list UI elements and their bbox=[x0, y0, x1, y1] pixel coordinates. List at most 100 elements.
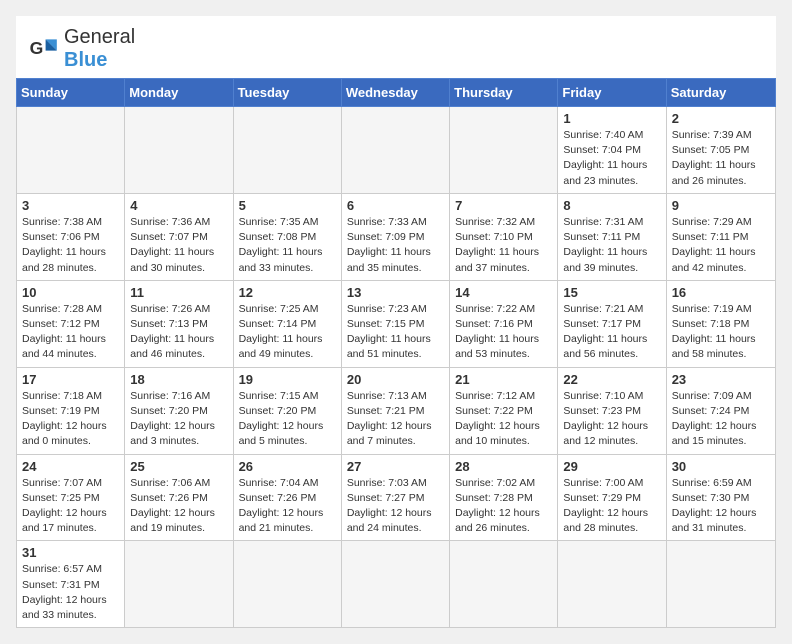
day-info: Sunrise: 7:31 AM Sunset: 7:11 PM Dayligh… bbox=[563, 215, 660, 276]
calendar-cell: 25Sunrise: 7:06 AM Sunset: 7:26 PM Dayli… bbox=[125, 454, 233, 541]
day-number: 2 bbox=[672, 111, 770, 126]
calendar-cell bbox=[558, 541, 666, 628]
day-info: Sunrise: 7:15 AM Sunset: 7:20 PM Dayligh… bbox=[239, 389, 336, 450]
day-info: Sunrise: 7:33 AM Sunset: 7:09 PM Dayligh… bbox=[347, 215, 444, 276]
calendar-cell: 27 Sunrise: 7:03 AM Sunset: 7:27 PM Dayli… bbox=[341, 454, 449, 541]
calendar-cell: 21Sunrise: 7:12 AM Sunset: 7:22 PM Dayli… bbox=[450, 367, 558, 454]
calendar-page: G General Blue Sunday Monday Tuesday Wed… bbox=[16, 16, 776, 628]
day-info: Sunrise: 7:18 AM Sunset: 7:19 PM Dayligh… bbox=[22, 389, 119, 450]
day-number: 14 bbox=[455, 285, 552, 300]
day-number: 12 bbox=[239, 285, 336, 300]
header-wednesday: Wednesday bbox=[341, 79, 449, 107]
day-info: Sunrise: 7:29 AM Sunset: 7:11 PM Dayligh… bbox=[672, 215, 770, 276]
calendar-week-row: 3 Sunrise: 7:38 AM Sunset: 7:06 PM Daylig… bbox=[17, 193, 776, 280]
day-number: 15 bbox=[563, 285, 660, 300]
calendar-cell: 24Sunrise: 7:07 AM Sunset: 7:25 PM Dayli… bbox=[17, 454, 125, 541]
calendar-cell bbox=[450, 541, 558, 628]
calendar-cell bbox=[666, 541, 775, 628]
calendar-cell: 5Sunrise: 7:35 AM Sunset: 7:08 PM Daylig… bbox=[233, 193, 341, 280]
svg-text:G: G bbox=[30, 38, 44, 58]
day-number: 19 bbox=[239, 372, 336, 387]
day-number: 6 bbox=[347, 198, 444, 213]
day-number: 28 bbox=[455, 459, 552, 474]
calendar-cell: 17 Sunrise: 7:18 AM Sunset: 7:19 PM Dayli… bbox=[17, 367, 125, 454]
day-info: Sunrise: 6:59 AM Sunset: 7:30 PM Dayligh… bbox=[672, 476, 770, 537]
calendar-cell bbox=[341, 541, 449, 628]
logo: G General Blue bbox=[28, 26, 135, 72]
day-info: Sunrise: 7:39 AM Sunset: 7:05 PM Dayligh… bbox=[672, 128, 770, 189]
calendar-cell: 7 Sunrise: 7:32 AM Sunset: 7:10 PM Daylig… bbox=[450, 193, 558, 280]
day-info: Sunrise: 7:23 AM Sunset: 7:15 PM Dayligh… bbox=[347, 302, 444, 363]
calendar-cell: 9 Sunrise: 7:29 AM Sunset: 7:11 PM Daylig… bbox=[666, 193, 775, 280]
day-number: 10 bbox=[22, 285, 119, 300]
day-number: 23 bbox=[672, 372, 770, 387]
day-info: Sunrise: 7:38 AM Sunset: 7:06 PM Dayligh… bbox=[22, 215, 119, 276]
header-saturday: Saturday bbox=[666, 79, 775, 107]
calendar-cell: 10 Sunrise: 7:28 AM Sunset: 7:12 PM Dayli… bbox=[17, 280, 125, 367]
day-info: Sunrise: 6:57 AM Sunset: 7:31 PM Dayligh… bbox=[22, 562, 119, 623]
day-number: 20 bbox=[347, 372, 444, 387]
day-info: Sunrise: 7:02 AM Sunset: 7:28 PM Dayligh… bbox=[455, 476, 552, 537]
calendar-table: Sunday Monday Tuesday Wednesday Thursday… bbox=[16, 78, 776, 628]
day-number: 3 bbox=[22, 198, 119, 213]
day-info: Sunrise: 7:32 AM Sunset: 7:10 PM Dayligh… bbox=[455, 215, 552, 276]
day-info: Sunrise: 7:00 AM Sunset: 7:29 PM Dayligh… bbox=[563, 476, 660, 537]
calendar-week-row: 1Sunrise: 7:40 AM Sunset: 7:04 PM Daylig… bbox=[17, 107, 776, 194]
calendar-cell: 14Sunrise: 7:22 AM Sunset: 7:16 PM Dayli… bbox=[450, 280, 558, 367]
day-info: Sunrise: 7:13 AM Sunset: 7:21 PM Dayligh… bbox=[347, 389, 444, 450]
calendar-week-row: 31 Sunrise: 6:57 AM Sunset: 7:31 PM Dayli… bbox=[17, 541, 776, 628]
day-info: Sunrise: 7:26 AM Sunset: 7:13 PM Dayligh… bbox=[130, 302, 227, 363]
calendar-cell: 11 Sunrise: 7:26 AM Sunset: 7:13 PM Dayli… bbox=[125, 280, 233, 367]
calendar-cell: 12 Sunrise: 7:25 AM Sunset: 7:14 PM Dayli… bbox=[233, 280, 341, 367]
calendar-cell: 26 Sunrise: 7:04 AM Sunset: 7:26 PM Dayli… bbox=[233, 454, 341, 541]
day-info: Sunrise: 7:25 AM Sunset: 7:14 PM Dayligh… bbox=[239, 302, 336, 363]
calendar-cell bbox=[125, 107, 233, 194]
calendar-cell: 22Sunrise: 7:10 AM Sunset: 7:23 PM Dayli… bbox=[558, 367, 666, 454]
day-number: 31 bbox=[22, 545, 119, 560]
calendar-week-row: 24Sunrise: 7:07 AM Sunset: 7:25 PM Dayli… bbox=[17, 454, 776, 541]
day-number: 9 bbox=[672, 198, 770, 213]
day-number: 29 bbox=[563, 459, 660, 474]
day-number: 27 bbox=[347, 459, 444, 474]
day-info: Sunrise: 7:36 AM Sunset: 7:07 PM Dayligh… bbox=[130, 215, 227, 276]
day-number: 21 bbox=[455, 372, 552, 387]
day-number: 16 bbox=[672, 285, 770, 300]
calendar-cell: 1Sunrise: 7:40 AM Sunset: 7:04 PM Daylig… bbox=[558, 107, 666, 194]
day-number: 8 bbox=[563, 198, 660, 213]
calendar-cell: 19 Sunrise: 7:15 AM Sunset: 7:20 PM Dayli… bbox=[233, 367, 341, 454]
calendar-cell bbox=[233, 541, 341, 628]
day-number: 17 bbox=[22, 372, 119, 387]
calendar-cell bbox=[125, 541, 233, 628]
calendar-cell bbox=[341, 107, 449, 194]
calendar-week-row: 17 Sunrise: 7:18 AM Sunset: 7:19 PM Dayli… bbox=[17, 367, 776, 454]
calendar-cell: 6 Sunrise: 7:33 AM Sunset: 7:09 PM Daylig… bbox=[341, 193, 449, 280]
day-info: Sunrise: 7:19 AM Sunset: 7:18 PM Dayligh… bbox=[672, 302, 770, 363]
day-number: 7 bbox=[455, 198, 552, 213]
day-info: Sunrise: 7:21 AM Sunset: 7:17 PM Dayligh… bbox=[563, 302, 660, 363]
day-number: 11 bbox=[130, 285, 227, 300]
calendar-week-row: 10 Sunrise: 7:28 AM Sunset: 7:12 PM Dayli… bbox=[17, 280, 776, 367]
day-number: 1 bbox=[563, 111, 660, 126]
calendar-cell: 3 Sunrise: 7:38 AM Sunset: 7:06 PM Daylig… bbox=[17, 193, 125, 280]
calendar-cell: 15 Sunrise: 7:21 AM Sunset: 7:17 PM Dayli… bbox=[558, 280, 666, 367]
calendar-cell bbox=[17, 107, 125, 194]
header-friday: Friday bbox=[558, 79, 666, 107]
calendar-cell: 20 Sunrise: 7:13 AM Sunset: 7:21 PM Dayli… bbox=[341, 367, 449, 454]
calendar-cell: 16 Sunrise: 7:19 AM Sunset: 7:18 PM Dayli… bbox=[666, 280, 775, 367]
day-info: Sunrise: 7:03 AM Sunset: 7:27 PM Dayligh… bbox=[347, 476, 444, 537]
calendar-cell: 29 Sunrise: 7:00 AM Sunset: 7:29 PM Dayli… bbox=[558, 454, 666, 541]
day-info: Sunrise: 7:09 AM Sunset: 7:24 PM Dayligh… bbox=[672, 389, 770, 450]
calendar-cell bbox=[450, 107, 558, 194]
logo-text: General Blue bbox=[64, 26, 135, 72]
day-info: Sunrise: 7:28 AM Sunset: 7:12 PM Dayligh… bbox=[22, 302, 119, 363]
day-number: 26 bbox=[239, 459, 336, 474]
calendar-cell: 8 Sunrise: 7:31 AM Sunset: 7:11 PM Daylig… bbox=[558, 193, 666, 280]
day-number: 5 bbox=[239, 198, 336, 213]
calendar-cell: 4Sunrise: 7:36 AM Sunset: 7:07 PM Daylig… bbox=[125, 193, 233, 280]
header-monday: Monday bbox=[125, 79, 233, 107]
day-number: 30 bbox=[672, 459, 770, 474]
calendar-cell: 18Sunrise: 7:16 AM Sunset: 7:20 PM Dayli… bbox=[125, 367, 233, 454]
day-info: Sunrise: 7:04 AM Sunset: 7:26 PM Dayligh… bbox=[239, 476, 336, 537]
calendar-cell: 28 Sunrise: 7:02 AM Sunset: 7:28 PM Dayli… bbox=[450, 454, 558, 541]
day-info: Sunrise: 7:10 AM Sunset: 7:23 PM Dayligh… bbox=[563, 389, 660, 450]
